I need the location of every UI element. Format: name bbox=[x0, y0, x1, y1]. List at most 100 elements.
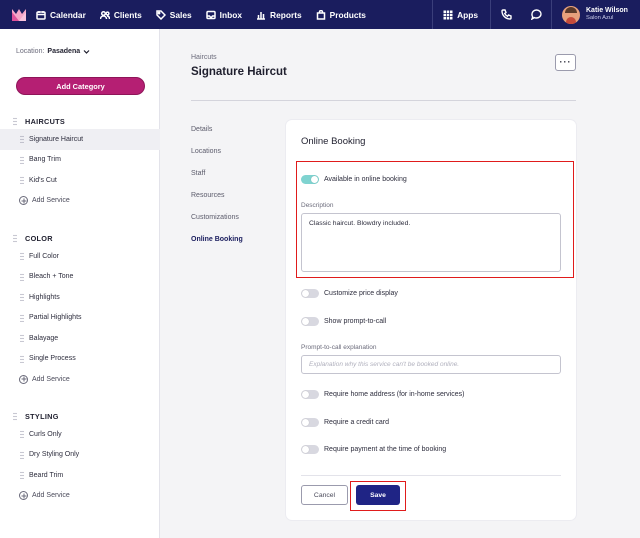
service-item-balayage[interactable]: Balayage bbox=[0, 328, 160, 349]
drag-handle-icon[interactable] bbox=[13, 411, 17, 421]
cancel-button[interactable]: Cancel bbox=[301, 485, 348, 505]
nav-clients-label: Clients bbox=[113, 9, 142, 20]
apps-button[interactable]: Apps bbox=[433, 10, 490, 20]
category-header[interactable]: STYLING bbox=[0, 408, 160, 424]
nav-inbox[interactable]: Inbox bbox=[205, 10, 242, 20]
users-icon bbox=[99, 10, 110, 20]
drag-handle-icon[interactable] bbox=[20, 252, 24, 261]
available-online-toggle[interactable] bbox=[301, 175, 319, 184]
service-item-highlights[interactable]: Highlights bbox=[0, 287, 160, 308]
location-label: Location: bbox=[16, 48, 45, 55]
available-online-label: Available in online booking bbox=[324, 176, 407, 183]
breadcrumb[interactable]: Haircuts bbox=[191, 54, 217, 61]
subnav-resources[interactable]: Resources bbox=[191, 192, 243, 214]
card-title: Online Booking bbox=[301, 136, 366, 147]
require-home-address-toggle[interactable] bbox=[301, 390, 319, 399]
service-item-curls-only[interactable]: Curls Only bbox=[0, 424, 160, 445]
service-item-single-process[interactable]: Single Process bbox=[0, 349, 160, 370]
drag-handle-icon[interactable] bbox=[13, 116, 17, 126]
service-label: Full Color bbox=[29, 252, 59, 260]
nav-calendar-label: Calendar bbox=[50, 9, 86, 20]
service-label: Partial Highlights bbox=[29, 314, 82, 322]
drag-handle-icon[interactable] bbox=[20, 334, 24, 343]
divider bbox=[301, 475, 561, 476]
add-category-button[interactable]: Add Category bbox=[16, 77, 145, 95]
service-label: Single Process bbox=[29, 355, 76, 363]
subnav-staff[interactable]: Staff bbox=[191, 170, 243, 192]
prompt-explanation-label: Prompt-to-call explanation bbox=[301, 344, 377, 351]
service-item-beard-trim[interactable]: Beard Trim bbox=[0, 465, 160, 486]
service-item-bang-trim[interactable]: Bang Trim bbox=[0, 150, 160, 171]
nav-reports[interactable]: Reports bbox=[256, 10, 302, 20]
add-service-label: Add Service bbox=[32, 492, 70, 500]
category-title: HAIRCUTS bbox=[25, 116, 66, 126]
service-item-partial-highlights[interactable]: Partial Highlights bbox=[0, 308, 160, 329]
category-title: COLOR bbox=[25, 233, 53, 243]
service-item-full-color[interactable]: Full Color bbox=[0, 246, 160, 267]
category-header[interactable]: HAIRCUTS bbox=[0, 113, 160, 129]
nav-sales[interactable]: Sales bbox=[156, 10, 192, 20]
drag-handle-icon[interactable] bbox=[20, 293, 24, 302]
more-options-button[interactable]: ··· bbox=[555, 54, 576, 71]
drag-handle-icon[interactable] bbox=[13, 233, 17, 243]
description-textarea[interactable]: Classic haircut. Blowdry included. bbox=[301, 213, 561, 272]
show-prompt-label: Show prompt-to-call bbox=[324, 318, 387, 325]
user-business: Salon Azul bbox=[586, 15, 614, 21]
prompt-explanation-input[interactable]: Explanation why this service can't be bo… bbox=[301, 355, 561, 374]
subnav-customizations[interactable]: Customizations bbox=[191, 214, 243, 236]
user-name: Katie Wilson bbox=[586, 7, 628, 14]
phone-icon bbox=[500, 9, 512, 20]
subnav-locations[interactable]: Locations bbox=[191, 148, 243, 170]
chat-bubble-icon bbox=[530, 9, 542, 20]
drag-handle-icon[interactable] bbox=[20, 430, 24, 439]
chat-button[interactable] bbox=[521, 9, 551, 20]
top-navigation-bar: Calendar Clients Sales Inbox Reports Pro… bbox=[0, 0, 640, 29]
service-label: Signature Haircut bbox=[29, 135, 84, 143]
nav-products[interactable]: Products bbox=[316, 9, 366, 20]
drag-handle-icon[interactable] bbox=[20, 471, 24, 480]
service-label: Beard Trim bbox=[29, 471, 64, 479]
customize-price-label: Customize price display bbox=[324, 290, 398, 297]
drag-handle-icon[interactable] bbox=[20, 272, 24, 281]
nav-calendar[interactable]: Calendar bbox=[36, 10, 86, 20]
service-label: Kid's Cut bbox=[29, 176, 57, 184]
service-item-dry-styling-only[interactable]: Dry Styling Only bbox=[0, 445, 160, 466]
drag-handle-icon[interactable] bbox=[20, 313, 24, 322]
add-service-button[interactable]: Add Service bbox=[0, 486, 160, 507]
phone-button[interactable] bbox=[491, 9, 521, 20]
nav-reports-label: Reports bbox=[270, 9, 302, 20]
service-item-signature-haircut[interactable]: Signature Haircut bbox=[0, 129, 160, 150]
user-menu[interactable]: Katie Wilson Salon Azul bbox=[552, 5, 640, 24]
service-item-kids-cut[interactable]: Kid's Cut bbox=[0, 170, 160, 191]
subnav-details[interactable]: Details bbox=[191, 126, 243, 148]
brand-logo-icon[interactable] bbox=[12, 8, 26, 21]
drag-handle-icon[interactable] bbox=[20, 354, 24, 363]
description-label: Description bbox=[301, 202, 334, 209]
add-service-button[interactable]: Add Service bbox=[0, 369, 160, 390]
service-subnav: Details Locations Staff Resources Custom… bbox=[191, 126, 243, 258]
add-service-button[interactable]: Add Service bbox=[0, 191, 160, 212]
inbox-icon bbox=[205, 10, 216, 20]
drag-handle-icon[interactable] bbox=[20, 135, 24, 144]
grid-icon bbox=[443, 10, 453, 19]
bar-chart-icon bbox=[256, 10, 266, 20]
require-credit-card-toggle[interactable] bbox=[301, 418, 319, 427]
require-credit-card-label: Require a credit card bbox=[324, 419, 389, 426]
subnav-online-booking[interactable]: Online Booking bbox=[191, 236, 243, 258]
tag-icon bbox=[156, 9, 166, 20]
ellipsis-icon: ··· bbox=[559, 57, 572, 67]
category-header[interactable]: COLOR bbox=[0, 230, 160, 246]
drag-handle-icon[interactable] bbox=[20, 450, 24, 459]
nav-clients[interactable]: Clients bbox=[99, 9, 142, 20]
drag-handle-icon[interactable] bbox=[20, 176, 24, 185]
customize-price-toggle[interactable] bbox=[301, 289, 319, 298]
drag-handle-icon[interactable] bbox=[20, 155, 24, 164]
add-service-label: Add Service bbox=[32, 375, 70, 383]
require-payment-toggle[interactable] bbox=[301, 445, 319, 454]
service-item-bleach-tone[interactable]: Bleach + Tone bbox=[0, 267, 160, 288]
bag-icon bbox=[316, 9, 326, 20]
service-label: Curls Only bbox=[29, 430, 62, 438]
show-prompt-toggle[interactable] bbox=[301, 317, 319, 326]
save-button[interactable]: Save bbox=[356, 485, 400, 505]
location-selector[interactable]: Location: Pasadena bbox=[16, 48, 90, 55]
